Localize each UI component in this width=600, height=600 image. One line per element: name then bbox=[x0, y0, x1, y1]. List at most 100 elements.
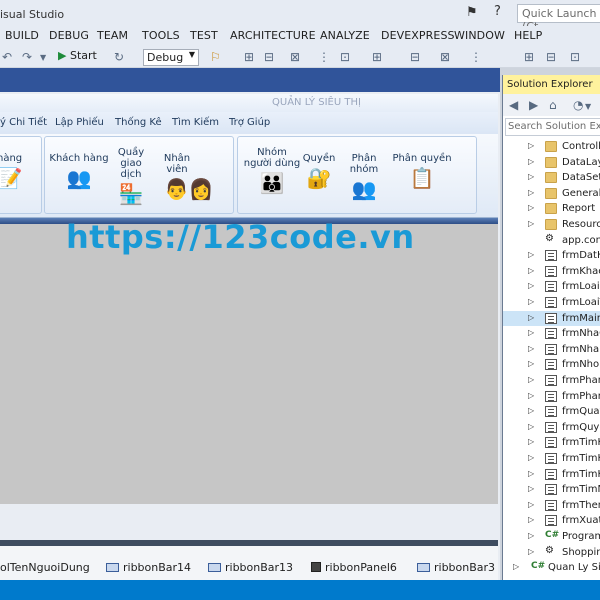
tree-item[interactable]: ▷ frmThem bbox=[503, 498, 600, 514]
expand-arrow-icon[interactable]: ▷ bbox=[528, 141, 534, 150]
order-icon[interactable]: ⊞ bbox=[372, 50, 382, 64]
menu-build[interactable]: BUILD bbox=[5, 29, 39, 42]
expand-arrow-icon[interactable]: ▷ bbox=[528, 515, 534, 524]
tray-component[interactable]: ribbonBar14 bbox=[106, 561, 191, 574]
expand-arrow-icon[interactable]: ▷ bbox=[528, 437, 534, 446]
expand-arrow-icon[interactable]: ▷ bbox=[528, 406, 534, 415]
history-icon[interactable]: ◔ bbox=[573, 98, 583, 112]
expand-arrow-icon[interactable]: ▷ bbox=[513, 562, 519, 571]
refresh-icon[interactable]: ↻ bbox=[114, 50, 124, 64]
tree-item[interactable]: ▷ Report bbox=[503, 201, 600, 217]
tree-item[interactable]: ▷ frmNhanv bbox=[503, 342, 600, 358]
tree-item[interactable]: ▷ frmQuay bbox=[503, 404, 600, 420]
tray-component[interactable]: ribbonBar13 bbox=[208, 561, 293, 574]
tree-item[interactable]: ▷ General bbox=[503, 186, 600, 202]
size-icon[interactable]: ⊠ bbox=[290, 50, 300, 64]
ribbon-button-quay-giao-dich[interactable]: Quầy giao dịch 🏪 bbox=[111, 147, 151, 206]
expand-arrow-icon[interactable]: ▷ bbox=[528, 469, 534, 478]
expand-arrow-icon[interactable]: ▷ bbox=[528, 453, 534, 462]
align-center-icon[interactable]: ⊟ bbox=[264, 50, 274, 64]
menu-devexpress[interactable]: DEVEXPRESS bbox=[381, 29, 455, 42]
tree-item[interactable]: ▷ frmPhan bbox=[503, 389, 600, 405]
expand-arrow-icon[interactable]: ▷ bbox=[528, 281, 534, 290]
tree-item[interactable]: ▷ Resource bbox=[503, 217, 600, 233]
tree-item[interactable]: ▷ frmLoaiC bbox=[503, 279, 600, 295]
menu-help[interactable]: HELP bbox=[514, 29, 542, 42]
tree-item[interactable]: ▷ frmPhan bbox=[503, 373, 600, 389]
grid-icon[interactable]: ⊟ bbox=[410, 50, 420, 64]
expand-arrow-icon[interactable]: ▷ bbox=[528, 219, 534, 228]
tree-item[interactable]: ▷ frmTimK bbox=[503, 467, 600, 483]
chevron-down-icon[interactable]: ▼ bbox=[585, 102, 591, 111]
expand-arrow-icon[interactable]: ▷ bbox=[528, 188, 534, 197]
menu-analyze[interactable]: ANALYZE bbox=[320, 29, 370, 42]
tab-tim-kiem[interactable]: Tìm Kiếm bbox=[172, 117, 219, 128]
spacing-icon[interactable]: ⋮ bbox=[318, 50, 330, 64]
feedback-flag-icon[interactable]: ⚑ bbox=[466, 5, 478, 20]
menu-window[interactable]: WINDOW bbox=[454, 29, 505, 42]
solution-search-input[interactable]: Search Solution Explore bbox=[505, 118, 600, 136]
tree-item[interactable]: ▷ frmTimN bbox=[503, 482, 600, 498]
menu-test[interactable]: TEST bbox=[190, 29, 218, 42]
tree-item[interactable]: ▷ DataSet bbox=[503, 170, 600, 186]
redo-dropdown-icon[interactable]: ▼ bbox=[40, 53, 46, 62]
quick-launch-input[interactable]: Quick Launch (Ct bbox=[517, 4, 600, 33]
expand-arrow-icon[interactable]: ▷ bbox=[528, 203, 534, 212]
tab-lap-phieu[interactable]: Lập Phiếu bbox=[55, 117, 104, 128]
expand-arrow-icon[interactable]: ▷ bbox=[528, 375, 534, 384]
ribbon-button-quyen[interactable]: Quyền 🔐 bbox=[302, 153, 336, 190]
solution-configuration-select[interactable]: Debug ▼ bbox=[143, 49, 199, 66]
tree-item[interactable]: ▷ frmTimK bbox=[503, 451, 600, 467]
tree-item[interactable]: ▷ C# Program bbox=[503, 529, 600, 545]
help-icon[interactable]: ? bbox=[494, 4, 501, 19]
menu-tools[interactable]: TOOLS bbox=[142, 29, 180, 42]
tree-item[interactable]: ▷ frmNhaC bbox=[503, 326, 600, 342]
ribbon-button-nhom-nguoi-dung[interactable]: Nhóm người dùng 👪 bbox=[242, 147, 302, 195]
tree-item[interactable]: ▷ frmMain bbox=[503, 310, 600, 327]
tab-thong-ke[interactable]: Thống Kê bbox=[115, 117, 162, 128]
main-form-preview[interactable]: QUẢN LÝ SIÊU THỊ ý Chi Tiết Lập Phiếu Th… bbox=[0, 94, 498, 504]
forward-icon[interactable]: ▶ bbox=[529, 98, 538, 112]
tree-item[interactable]: ▷ Controll bbox=[503, 139, 600, 155]
expand-arrow-icon[interactable]: ▷ bbox=[528, 359, 534, 368]
back-icon[interactable]: ◀ bbox=[509, 98, 518, 112]
tree-item[interactable]: ▷ ⚙ Shoppin bbox=[503, 545, 600, 561]
tree-item[interactable]: ▷ frmDatH bbox=[503, 248, 600, 264]
align-icon[interactable]: ⊞ bbox=[244, 50, 254, 64]
menu-architecture[interactable]: ARCHITECTURE bbox=[230, 29, 316, 42]
ribbon-button-mat-hang[interactable]: hàng 📝 bbox=[0, 153, 22, 190]
tab-order-icon[interactable]: ⋮ bbox=[470, 50, 482, 64]
expand-arrow-icon[interactable]: ▷ bbox=[528, 172, 534, 181]
ribbon-button-phan-quyen[interactable]: Phân quyền 📋 bbox=[392, 153, 452, 190]
redo-icon[interactable]: ↷ bbox=[22, 50, 32, 64]
more-icon[interactable]: ⊡ bbox=[570, 50, 580, 64]
tree-item[interactable]: ▷ frmXuat bbox=[503, 513, 600, 529]
expand-arrow-icon[interactable]: ▷ bbox=[528, 422, 534, 431]
tab-quan-ly-chi-tiet[interactable]: ý Chi Tiết bbox=[0, 117, 47, 128]
start-debugging-button[interactable]: ▶ Start bbox=[58, 49, 97, 65]
tree-item[interactable]: ▷ frmKhach bbox=[503, 264, 600, 280]
undo-icon[interactable]: ↶ bbox=[2, 50, 12, 64]
home-icon[interactable]: ⌂ bbox=[549, 98, 557, 112]
expand-arrow-icon[interactable]: ▷ bbox=[528, 344, 534, 353]
bring-front-icon[interactable]: ⊞ bbox=[524, 50, 534, 64]
tray-component[interactable]: ribbonBar3 bbox=[417, 561, 495, 574]
ribbon-button-khach-hang[interactable]: Khách hàng 👥 bbox=[49, 153, 109, 190]
expand-arrow-icon[interactable]: ▷ bbox=[528, 484, 534, 493]
tree-item[interactable]: ▷ DataLaye bbox=[503, 155, 600, 171]
tree-item[interactable]: ▷ frmQuye bbox=[503, 420, 600, 436]
expand-arrow-icon[interactable]: ▷ bbox=[528, 297, 534, 306]
menu-team[interactable]: TEAM bbox=[97, 29, 128, 42]
menu-debug[interactable]: DEBUG bbox=[49, 29, 89, 42]
expand-arrow-icon[interactable]: ▷ bbox=[528, 500, 534, 509]
tab-tro-giup[interactable]: Trợ Giúp bbox=[229, 117, 270, 128]
expand-arrow-icon[interactable]: ▷ bbox=[528, 266, 534, 275]
tree-item[interactable]: ⚙ app.conf bbox=[503, 233, 600, 249]
expand-arrow-icon[interactable]: ▷ bbox=[528, 531, 534, 540]
expand-arrow-icon[interactable]: ▷ bbox=[528, 328, 534, 337]
distribute-icon[interactable]: ⊡ bbox=[340, 50, 350, 64]
tray-component[interactable]: olTenNguoiDung bbox=[0, 561, 90, 574]
tree-project[interactable]: ▷ C#Quan Ly Sie bbox=[503, 560, 600, 576]
tree-item[interactable]: ▷ frmLoaiT bbox=[503, 295, 600, 311]
expand-arrow-icon[interactable]: ▷ bbox=[528, 313, 534, 322]
